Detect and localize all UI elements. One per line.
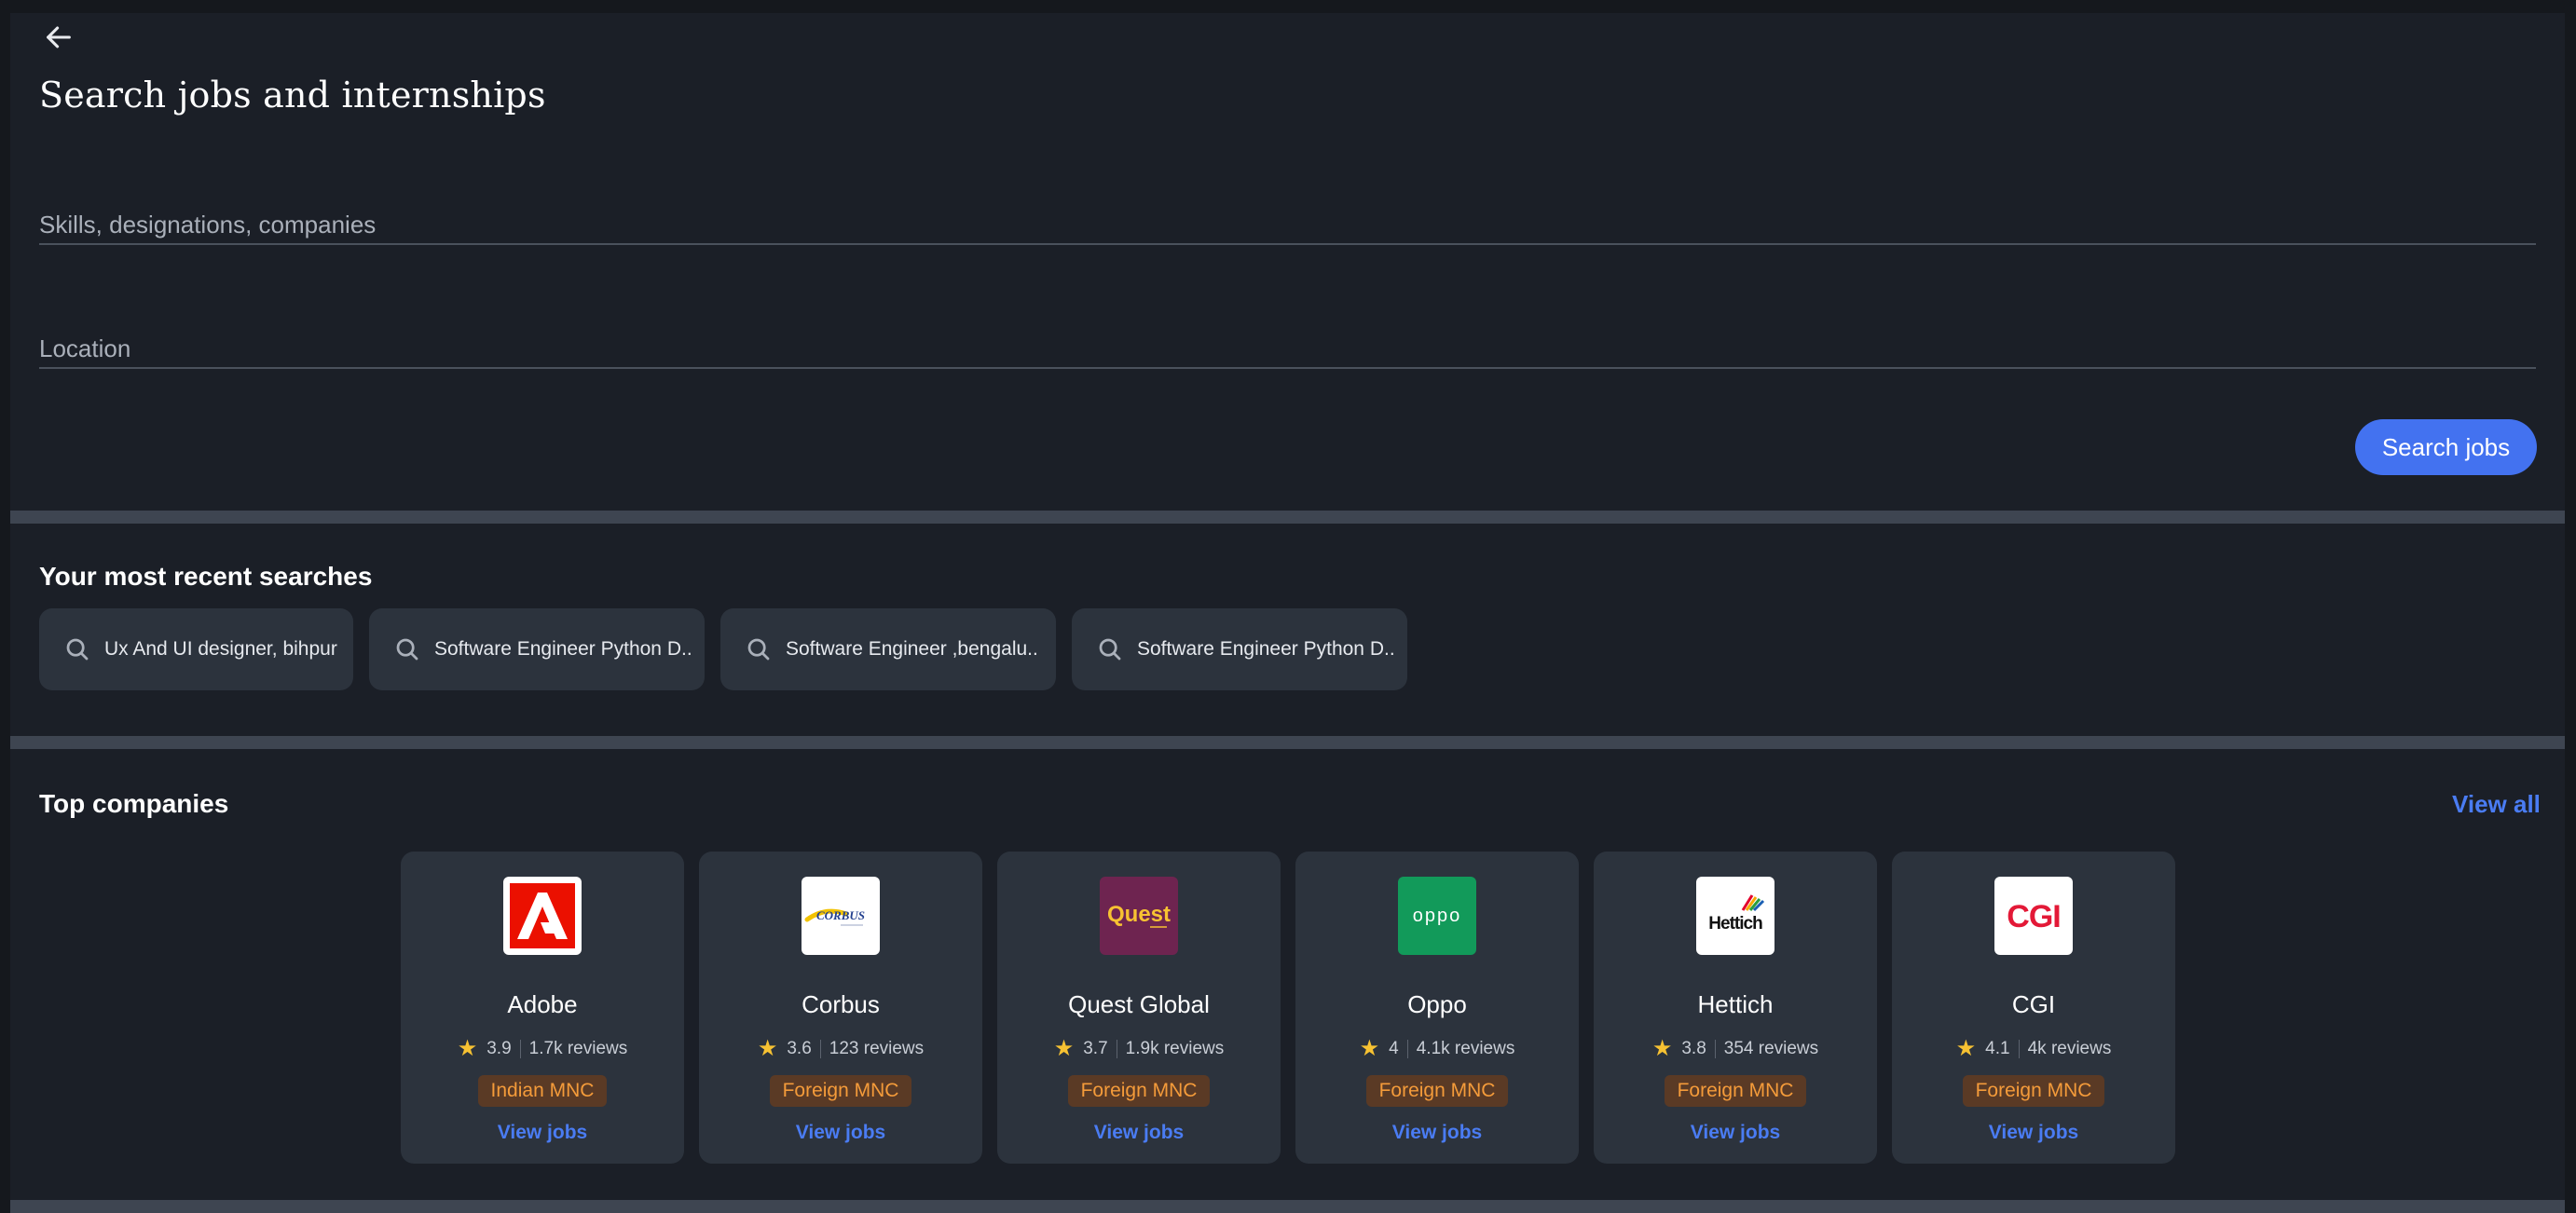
review-count: 123 reviews xyxy=(829,1039,925,1058)
rating-separator xyxy=(2018,1040,2020,1058)
company-card-hettich[interactable]: Hettich Hettich ★ 3.8 354 reviews Foreig… xyxy=(1594,852,1877,1164)
quest-global-logo: Quest xyxy=(1100,877,1178,955)
recent-search-label: Software Engineer Python D.. xyxy=(1137,638,1395,660)
company-card-adobe[interactable]: Adobe ★ 3.9 1.7k reviews Indian MNC View… xyxy=(401,852,684,1164)
cgi-logo-text: CGI xyxy=(2007,899,2060,934)
company-card-quest-global[interactable]: Quest Quest Global ★ 3.7 1.9k reviews Fo… xyxy=(997,852,1281,1164)
section-divider xyxy=(10,736,2565,749)
star-icon: ★ xyxy=(457,1036,478,1061)
company-rating: ★ 3.7 1.9k reviews xyxy=(1054,1038,1225,1060)
star-icon: ★ xyxy=(1955,1036,1977,1061)
company-type-badge: Indian MNC xyxy=(477,1075,608,1107)
rating-value: 4 xyxy=(1389,1039,1399,1058)
view-all-link[interactable]: View all xyxy=(2452,790,2541,819)
arrow-left-icon xyxy=(47,26,71,48)
recent-search-label: Software Engineer Python D.. xyxy=(434,638,692,660)
rating-separator xyxy=(519,1040,521,1058)
recent-search-chip[interactable]: Ux And UI designer, bihpur xyxy=(39,608,353,690)
company-rating: ★ 3.8 354 reviews xyxy=(1652,1038,1818,1060)
skills-input[interactable] xyxy=(39,206,2536,243)
company-rating: ★ 3.6 123 reviews xyxy=(758,1038,924,1060)
recent-search-chip[interactable]: Software Engineer ,bengalu.. xyxy=(720,608,1056,690)
recent-search-chip[interactable]: Software Engineer Python D.. xyxy=(1072,608,1407,690)
cgi-logo: CGI xyxy=(1994,877,2073,955)
oppo-logo: oppo xyxy=(1398,877,1476,955)
rating-value: 3.8 xyxy=(1681,1039,1706,1058)
corbus-logo: CORBUS xyxy=(802,877,880,955)
company-type-badge: Foreign MNC xyxy=(1664,1075,1807,1107)
oppo-logo-text: oppo xyxy=(1413,906,1462,926)
company-rating: ★ 4 4.1k reviews xyxy=(1360,1038,1515,1060)
company-list: Adobe ★ 3.9 1.7k reviews Indian MNC View… xyxy=(401,852,2175,1164)
company-name: Corbus xyxy=(802,990,880,1018)
view-jobs-link[interactable]: View jobs xyxy=(1094,1122,1184,1144)
rating-value: 3.7 xyxy=(1083,1039,1108,1058)
page-frame: Search jobs and internships Search jobs … xyxy=(10,13,2565,1213)
search-icon xyxy=(63,635,91,663)
rating-value: 4.1 xyxy=(1985,1039,2010,1058)
rating-value: 3.9 xyxy=(486,1039,512,1058)
location-input[interactable] xyxy=(39,330,2536,367)
rating-separator xyxy=(819,1040,821,1058)
company-rating: ★ 3.9 1.7k reviews xyxy=(458,1038,628,1060)
star-icon: ★ xyxy=(1053,1036,1075,1061)
company-card-oppo[interactable]: oppo Oppo ★ 4 4.1k reviews Foreign MNC V… xyxy=(1295,852,1579,1164)
hettich-logo-text: Hettich xyxy=(1708,914,1762,934)
search-icon xyxy=(745,635,773,663)
review-count: 1.9k reviews xyxy=(1125,1039,1225,1058)
rating-separator xyxy=(1714,1040,1716,1058)
view-jobs-link[interactable]: View jobs xyxy=(1989,1122,2078,1144)
company-type-badge: Foreign MNC xyxy=(1365,1075,1509,1107)
rating-value: 3.6 xyxy=(787,1039,812,1058)
hettich-logo: Hettich xyxy=(1696,877,1774,955)
recent-search-chip[interactable]: Software Engineer Python D.. xyxy=(369,608,705,690)
company-name: Adobe xyxy=(507,990,578,1018)
company-card-corbus[interactable]: CORBUS Corbus ★ 3.6 123 reviews Foreign … xyxy=(699,852,982,1164)
view-jobs-link[interactable]: View jobs xyxy=(1392,1122,1482,1144)
search-icon xyxy=(393,635,421,663)
recent-searches-title: Your most recent searches xyxy=(39,562,373,591)
review-count: 354 reviews xyxy=(1723,1039,1819,1058)
section-divider xyxy=(10,511,2565,524)
search-icon xyxy=(1096,635,1124,663)
star-icon: ★ xyxy=(757,1036,778,1061)
review-count: 4k reviews xyxy=(2027,1039,2112,1058)
review-count: 4.1k reviews xyxy=(1416,1039,1515,1058)
recent-search-label: Software Engineer ,bengalu.. xyxy=(786,638,1038,660)
page-title: Search jobs and internships xyxy=(39,75,546,116)
section-divider xyxy=(10,1200,2565,1213)
company-type-badge: Foreign MNC xyxy=(1962,1075,2105,1107)
company-name: Oppo xyxy=(1407,990,1467,1018)
view-jobs-link[interactable]: View jobs xyxy=(498,1122,587,1144)
view-jobs-link[interactable]: View jobs xyxy=(796,1122,885,1144)
search-jobs-button[interactable]: Search jobs xyxy=(2355,419,2537,475)
review-count: 1.7k reviews xyxy=(528,1039,628,1058)
top-companies-title: Top companies xyxy=(39,789,229,818)
recent-searches-list: Ux And UI designer, bihpur Software Engi… xyxy=(39,608,1407,690)
location-field[interactable] xyxy=(39,330,2536,369)
company-rating: ★ 4.1 4k reviews xyxy=(1956,1038,2112,1060)
company-name: Quest Global xyxy=(1068,990,1210,1018)
view-jobs-link[interactable]: View jobs xyxy=(1691,1122,1780,1144)
rating-separator xyxy=(1406,1040,1408,1058)
corbus-logo-text: CORBUS xyxy=(816,908,865,922)
company-type-badge: Foreign MNC xyxy=(769,1075,912,1107)
company-name: Hettich xyxy=(1697,990,1774,1018)
star-icon: ★ xyxy=(1651,1036,1673,1061)
skills-field[interactable] xyxy=(39,206,2536,245)
company-name: CGI xyxy=(2011,990,2056,1018)
company-card-cgi[interactable]: CGI CGI ★ 4.1 4k reviews Foreign MNC Vie… xyxy=(1892,852,2175,1164)
adobe-logo xyxy=(503,877,582,955)
company-type-badge: Foreign MNC xyxy=(1067,1075,1211,1107)
quest-logo-text: Quest xyxy=(1107,902,1171,927)
recent-search-label: Ux And UI designer, bihpur xyxy=(104,638,337,660)
star-icon: ★ xyxy=(1359,1036,1380,1061)
back-button[interactable] xyxy=(38,17,79,58)
